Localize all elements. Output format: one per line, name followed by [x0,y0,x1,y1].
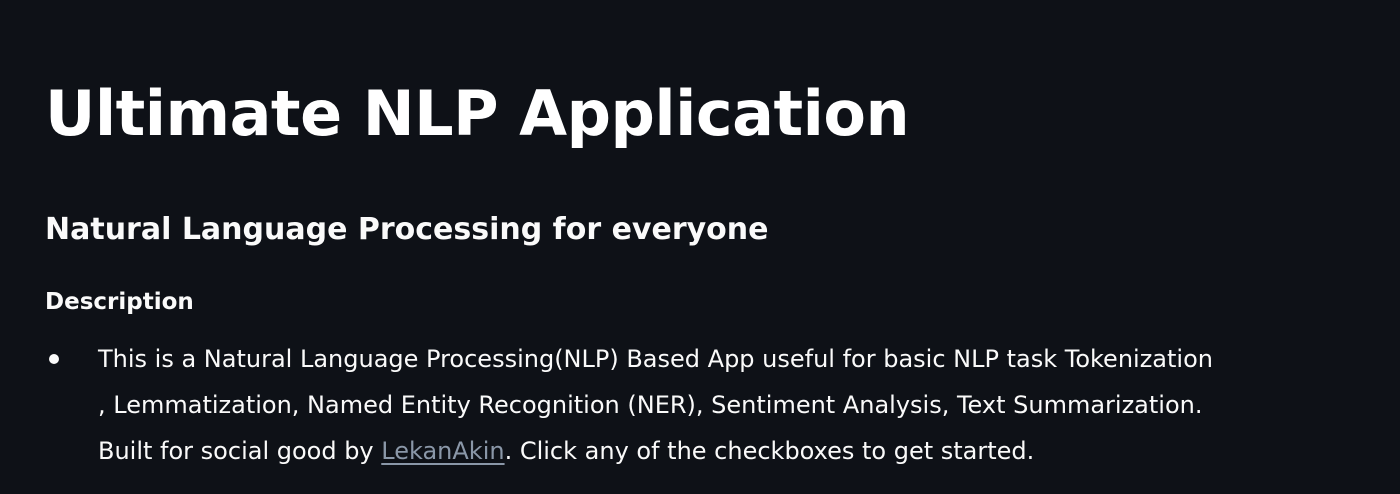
description-line-3-suffix: . Click any of the checkboxes to get sta… [504,437,1035,465]
description-list-item: This is a Natural Language Processing(NL… [45,336,1365,474]
description-heading: Description [45,289,194,315]
description-list: This is a Natural Language Processing(NL… [45,336,1365,474]
description-line-2: , Lemmatization, Named Entity Recognitio… [98,391,1203,419]
page-title: Ultimate NLP Application [45,77,910,150]
author-link[interactable]: LekanAkin [381,437,504,465]
bullet-icon [49,354,59,364]
page-subtitle: Natural Language Processing for everyone [45,212,769,247]
description-line-3-prefix: Built for social good by [98,437,382,465]
main-content: Ultimate NLP Application Natural Languag… [0,0,1400,494]
description-line-1: This is a Natural Language Processing(NL… [98,345,1213,373]
description-line-3: Built for social good by LekanAkin. Clic… [98,428,1365,474]
